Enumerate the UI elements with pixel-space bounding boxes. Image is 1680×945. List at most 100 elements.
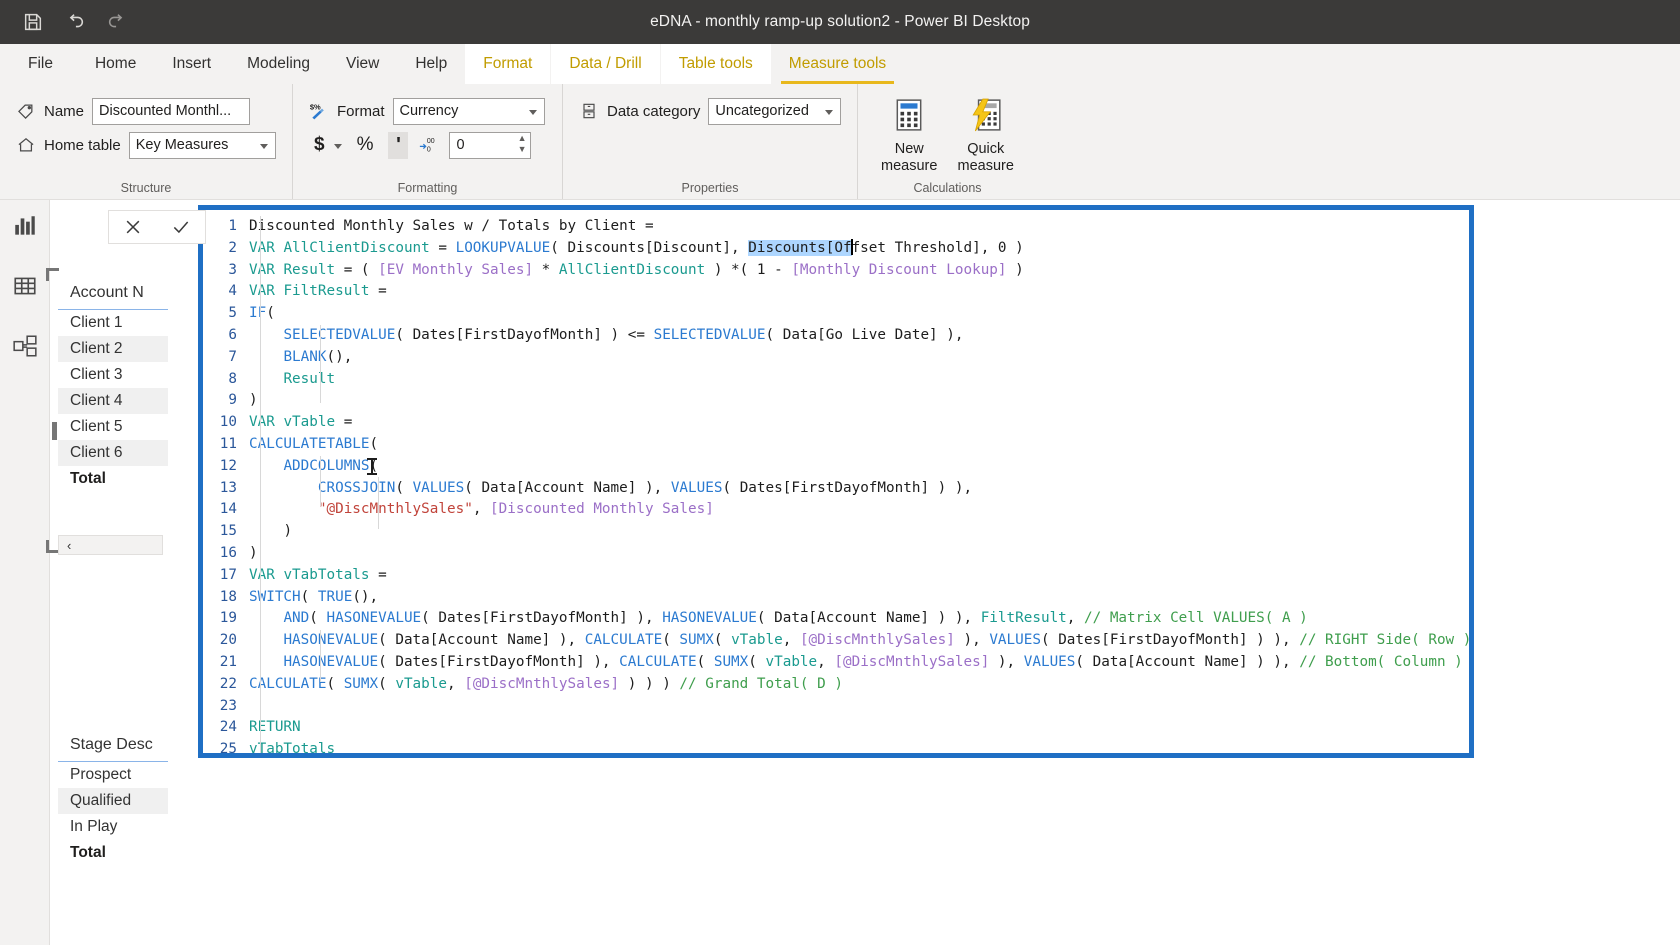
code-line[interactable]: 6 SELECTEDVALUE( Dates[FirstDayofMonth] … <box>203 325 1469 347</box>
dax-code-body[interactable]: 1 Discounted Monthly Sales w / Totals by … <box>203 210 1469 753</box>
table-row[interactable]: Client 1 <box>58 310 168 336</box>
table-row-total[interactable]: Total <box>58 466 168 492</box>
code-line[interactable]: 20 HASONEVALUE( Data[Account Name] ), CA… <box>203 630 1469 652</box>
code-line[interactable]: 1 Discounted Monthly Sales w / Totals by … <box>203 216 1469 238</box>
code-line[interactable]: 9) <box>203 390 1469 412</box>
table-row[interactable]: Client 2 <box>58 336 168 362</box>
home-table-select[interactable]: Key Measures <box>128 131 276 159</box>
code-line[interactable]: 21 HASONEVALUE( Dates[FirstDayofMonth] )… <box>203 652 1469 674</box>
code-line[interactable]: 4 VAR FiltResult = <box>203 281 1469 303</box>
save-icon[interactable] <box>22 11 44 33</box>
new-measure-button[interactable]: New measure <box>874 96 945 175</box>
code-line[interactable]: 11 CALCULATETABLE( <box>203 434 1469 456</box>
currency-format-button[interactable]: $ <box>309 132 330 158</box>
code-line[interactable]: 12 ADDCOLUMNS( <box>203 456 1469 478</box>
tab-home[interactable]: Home <box>77 44 154 84</box>
format-select[interactable]: Currency <box>392 97 545 125</box>
thousands-separator-button[interactable]: ' <box>388 131 409 159</box>
table-row[interactable]: In Play <box>58 814 168 840</box>
redo-icon[interactable] <box>106 11 128 33</box>
table-row[interactable]: Client 3 <box>58 362 168 388</box>
code-token: * <box>533 261 559 278</box>
tab-modeling[interactable]: Modeling <box>229 44 328 84</box>
window-title: eDNA - monthly ramp-up solution2 - Power… <box>650 13 1030 30</box>
svg-text:$%: $% <box>310 102 321 111</box>
tab-table-tools[interactable]: Table tools <box>659 44 771 84</box>
code-line[interactable]: 3 VAR Result = ( [EV Monthly Sales] * All… <box>203 260 1469 282</box>
table-row[interactable]: Client 5 <box>58 414 168 440</box>
decimal-places-stepper[interactable]: 0 ▲ ▼ <box>449 131 532 159</box>
indent-guide <box>320 630 321 682</box>
stage-description-visual[interactable]: Stage Desc Prospect Qualified In Play To… <box>58 730 168 866</box>
code-token: SUMX <box>679 632 714 649</box>
tab-data-drill[interactable]: Data / Drill <box>550 44 660 84</box>
code-line[interactable]: 2 VAR AllClientDiscount = LOOKUPVALUE( Di… <box>203 238 1469 260</box>
code-token: AllClientDiscount <box>283 239 430 256</box>
code-line[interactable]: 16) <box>203 543 1469 565</box>
code-token: (), <box>352 588 379 605</box>
indent-guide <box>378 477 379 529</box>
code-token: = <box>369 283 387 300</box>
sidebar-item-report-view[interactable] <box>9 212 41 244</box>
code-token: CALCULATETABLE <box>249 435 370 452</box>
table-row[interactable]: Client 6 <box>58 440 168 466</box>
code-token: = <box>429 239 456 256</box>
code-line[interactable]: 24 RETURN <box>203 717 1469 739</box>
code-line[interactable]: 7 BLANK(), <box>203 347 1469 369</box>
code-line[interactable]: 17 VAR vTabTotals = <box>203 565 1469 587</box>
visual-collapse-button[interactable]: ‹ <box>58 535 163 555</box>
percent-format-button[interactable]: % <box>352 132 379 158</box>
tab-insert[interactable]: Insert <box>154 44 229 84</box>
line-number: 12 <box>219 457 237 474</box>
table-row-total[interactable]: Total <box>58 840 168 866</box>
home-table-row: Home table Key Measures <box>16 128 276 162</box>
currency-dropdown-icon[interactable] <box>333 144 342 149</box>
code-line[interactable]: 25 vTabTotals <box>203 739 1469 753</box>
code-token: ), <box>937 326 964 343</box>
code-line[interactable]: 19 AND( HASONEVALUE( Dates[FirstDayofMon… <box>203 608 1469 630</box>
code-line[interactable]: 15 ) <box>203 521 1469 543</box>
stepper-arrows[interactable]: ▲ ▼ <box>518 133 527 153</box>
code-line[interactable]: 18 SWITCH( TRUE(), <box>203 587 1469 609</box>
code-token: [@DiscMnthlySales] <box>799 632 955 649</box>
table-row[interactable]: Qualified <box>58 788 168 814</box>
measure-name-input[interactable]: Discounted Monthl... <box>92 97 251 125</box>
dax-formula-editor[interactable]: 1 Discounted Monthly Sales w / Totals by … <box>198 205 1474 758</box>
code-line[interactable]: 14 "@DiscMnthlySales", [Discounted Month… <box>203 499 1469 521</box>
stepper-up-icon[interactable]: ▲ <box>518 133 527 142</box>
code-line[interactable]: 13 CROSSJOIN( VALUES( Data[Account Name]… <box>203 478 1469 500</box>
tab-help[interactable]: Help <box>397 44 465 84</box>
tab-file[interactable]: File <box>0 44 77 84</box>
code-line[interactable]: 5 IF( <box>203 303 1469 325</box>
sidebar-item-data-view[interactable] <box>9 272 41 304</box>
data-category-select[interactable]: Uncategorized <box>708 97 841 125</box>
code-token: ( <box>395 326 413 343</box>
quick-measure-button[interactable]: Quick measure <box>951 96 1022 175</box>
table-row[interactable]: Prospect <box>58 762 168 788</box>
decrease-decimals-button[interactable]: 00 0 <box>414 133 445 158</box>
tab-format[interactable]: Format <box>465 44 551 84</box>
code-line[interactable]: 8 Result <box>203 369 1469 391</box>
stepper-down-icon[interactable]: ▼ <box>518 144 527 153</box>
code-token: VALUES <box>1023 653 1076 670</box>
code-line[interactable]: 23 <box>203 696 1469 718</box>
tab-measure-tools[interactable]: Measure tools <box>770 44 905 84</box>
quick-measure-icon <box>969 98 1003 137</box>
format-percent-icon: $% <box>309 101 329 121</box>
code-token: = <box>369 566 387 583</box>
table-row[interactable]: Client 4 <box>58 388 168 414</box>
visual-resize-handle-left[interactable] <box>52 422 57 440</box>
code-token: vTable <box>765 653 818 670</box>
sidebar-item-model-view[interactable] <box>9 332 41 364</box>
code-token: , <box>817 653 835 670</box>
commit-icon[interactable] <box>166 213 196 241</box>
code-line[interactable]: 10 VAR vTable = <box>203 412 1469 434</box>
tab-view[interactable]: View <box>328 44 397 84</box>
report-canvas[interactable]: Account N Client 1 Client 2 Client 3 Cli… <box>46 200 1680 945</box>
format-label: Format <box>337 102 385 120</box>
cancel-icon[interactable] <box>118 213 148 241</box>
code-token: VAR <box>249 414 275 431</box>
code-line[interactable]: 22 CALCULATE( SUMX( vTable, [@DiscMnthlyS… <box>203 674 1469 696</box>
account-name-visual[interactable]: Account N Client 1 Client 2 Client 3 Cli… <box>46 268 168 492</box>
undo-icon[interactable] <box>64 11 86 33</box>
